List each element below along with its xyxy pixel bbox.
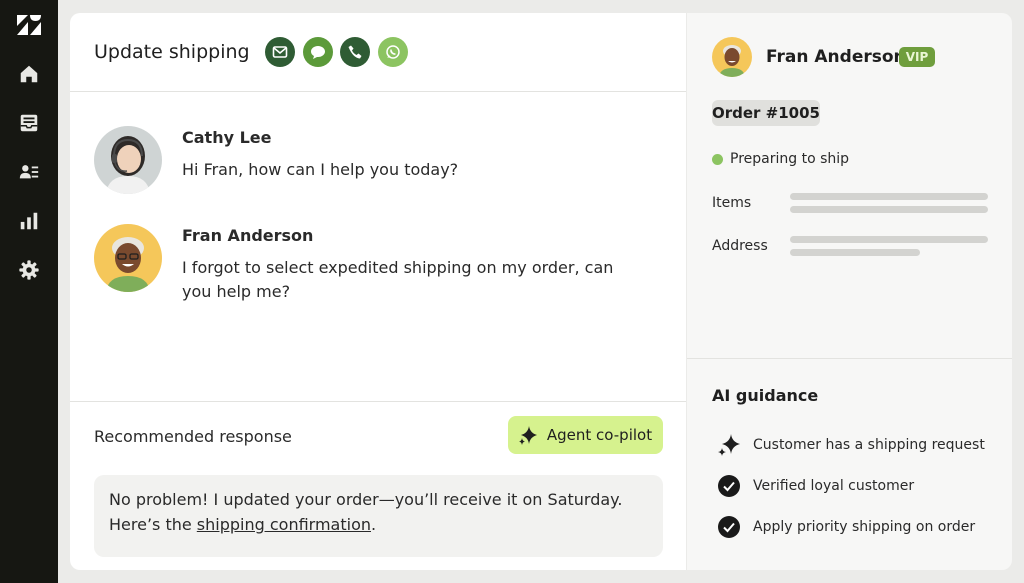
customer-avatar-icon (94, 224, 162, 292)
address-label: Address (712, 238, 768, 254)
sidebar-item-home[interactable] (13, 58, 45, 90)
sidebar-item-contacts[interactable] (13, 156, 45, 188)
contacts-icon (19, 165, 39, 179)
ai-guidance-item: Customer has a shipping request (717, 433, 1007, 457)
avatar (94, 126, 162, 194)
email-channel-button[interactable] (265, 37, 295, 67)
avatar (712, 37, 752, 77)
ai-guidance-text: Customer has a shipping request (753, 437, 985, 453)
chat-icon (311, 46, 325, 59)
message-text: Hi Fran, how can I help you today? (182, 160, 459, 179)
shipping-confirmation-link[interactable]: shipping confirmation (197, 515, 371, 534)
inbox-icon (20, 114, 38, 132)
agent-copilot-button[interactable]: Agent co-pilot (508, 416, 663, 454)
sparkle-icon (518, 426, 537, 445)
message-text: I forgot to select expedited shipping on… (182, 258, 614, 301)
customer-name: Fran Anderson (766, 47, 906, 67)
whatsapp-channel-button[interactable] (378, 37, 408, 67)
recommended-response-section: Recommended response Agent co-pilot No p… (70, 401, 686, 570)
sidebar-item-inbox[interactable] (13, 107, 45, 139)
items-placeholder-line (790, 206, 988, 213)
ai-guidance-item: Verified loyal customer (717, 474, 1007, 498)
vip-badge: VIP (899, 47, 935, 67)
message-author: Cathy Lee (182, 128, 272, 147)
email-icon (272, 46, 288, 58)
status-dot-icon (712, 154, 723, 165)
order-badge[interactable]: Order #1005 (712, 100, 820, 126)
conversation-panel: Update shipping Cathy Lee Hi Fran, how c… (70, 13, 686, 570)
app-window: Update shipping Cathy Lee Hi Fran, how c… (0, 0, 1024, 583)
avatar (94, 224, 162, 292)
recommended-response-label: Recommended response (94, 427, 292, 446)
customer-panel: Fran Anderson VIP Order #1005 Preparing … (687, 13, 1012, 570)
chat-channel-button[interactable] (303, 37, 333, 67)
message-item: Cathy Lee Hi Fran, how can I help you to… (94, 126, 654, 206)
sidebar-item-reports[interactable] (13, 205, 45, 237)
ai-guidance-text: Apply priority shipping on order (753, 519, 976, 535)
sidebar (0, 0, 58, 583)
phone-channel-button[interactable] (340, 37, 370, 67)
message-item: Fran Anderson I forgot to select expedit… (94, 224, 654, 314)
recommended-text-end: . (371, 515, 377, 534)
message-author: Fran Anderson (182, 226, 314, 245)
page-title: Update shipping (94, 41, 250, 63)
divider (687, 358, 1012, 359)
recommended-response-text[interactable]: No problem! I updated your order—you’ll … (94, 475, 663, 557)
sidebar-item-settings[interactable] (13, 254, 45, 286)
ai-guidance-text: Verified loyal customer (753, 478, 915, 494)
sparkle-icon (717, 433, 741, 457)
check-circle-icon (717, 515, 741, 539)
phone-icon (348, 45, 362, 59)
whatsapp-icon (386, 45, 400, 59)
agent-copilot-label: Agent co-pilot (546, 426, 653, 444)
conversation-header: Update shipping (70, 13, 686, 92)
ai-guidance-item: Apply priority shipping on order (717, 515, 1007, 539)
check-circle-icon (717, 474, 741, 498)
agent-avatar-icon (94, 126, 162, 194)
settings-icon (19, 260, 39, 280)
ai-guidance-title: AI guidance (712, 386, 819, 405)
reports-icon (20, 212, 38, 230)
order-status: Preparing to ship (730, 151, 850, 167)
address-placeholder-line (790, 249, 920, 256)
items-label: Items (712, 195, 752, 211)
zendesk-logo-icon[interactable] (16, 14, 42, 36)
address-placeholder-line (790, 236, 988, 243)
home-icon (20, 65, 38, 83)
customer-avatar-icon (712, 37, 752, 77)
items-placeholder-line (790, 193, 988, 200)
